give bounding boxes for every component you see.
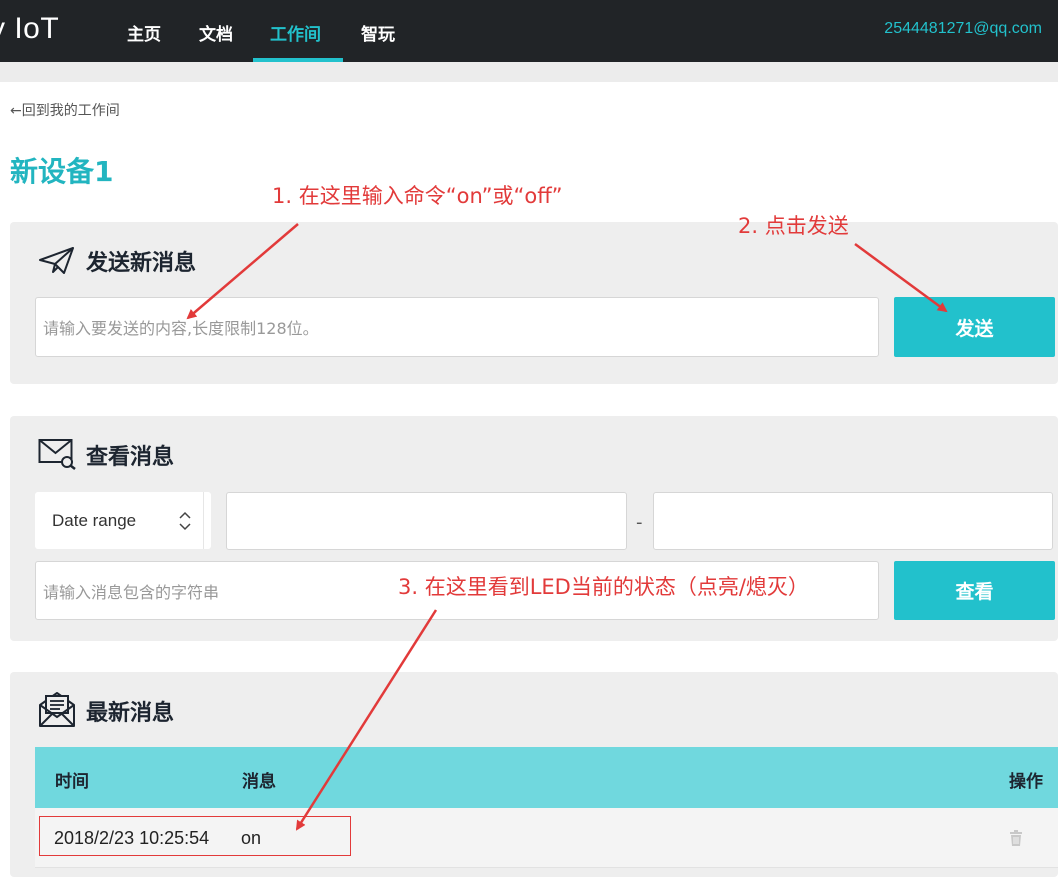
arrow-step-1: [186, 223, 299, 320]
arrow-step-2: [854, 242, 948, 313]
arrow-step-3: [295, 609, 438, 831]
annotation-arrows: [186, 223, 948, 831]
